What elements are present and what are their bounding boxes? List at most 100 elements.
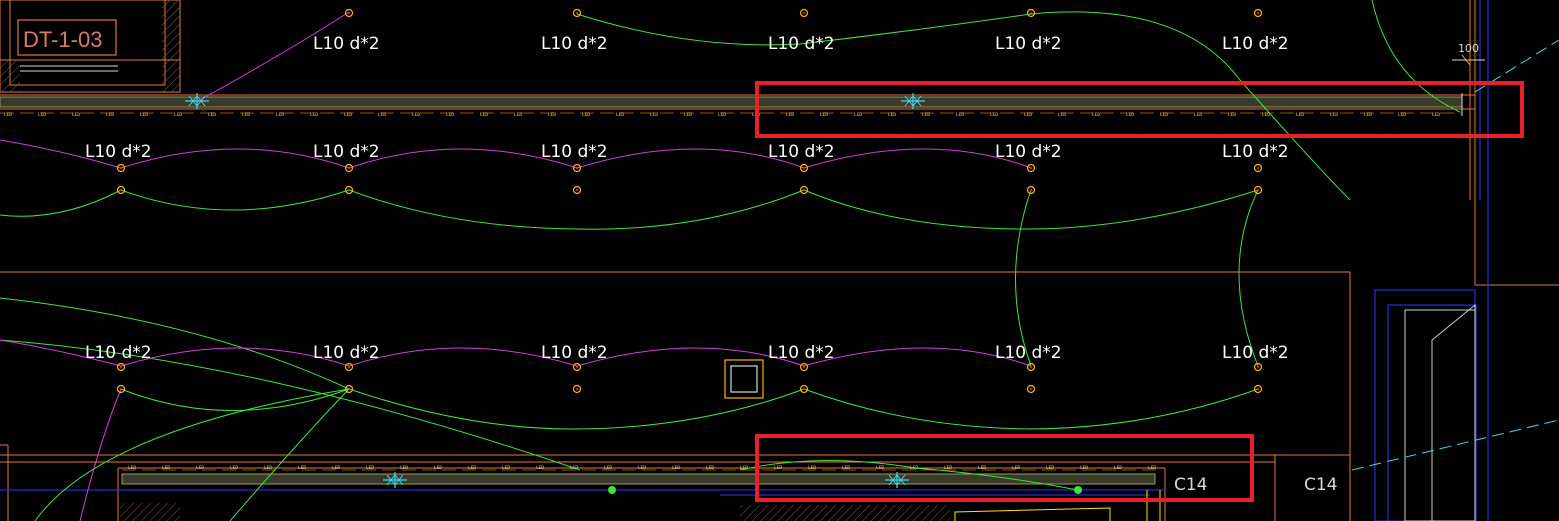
fixture-point[interactable] — [572, 384, 582, 394]
led-label: LED — [298, 465, 306, 471]
fixture-label: L10 d*2 — [541, 34, 608, 54]
led-label: LED — [1194, 112, 1202, 118]
circuit-green-wires — [0, 0, 1461, 521]
fixture-point[interactable] — [116, 185, 126, 195]
led-label: LED — [842, 465, 850, 471]
led-label: LED — [1024, 112, 1032, 118]
led-label: LED — [4, 112, 12, 118]
led-label: LED — [944, 465, 952, 471]
led-label: LED — [888, 112, 896, 118]
fixture-label: L10 d*2 — [313, 343, 380, 363]
fixture-point[interactable] — [799, 362, 809, 372]
led-label: LED — [72, 112, 80, 118]
led-label: LED — [446, 112, 454, 118]
column-box — [724, 359, 764, 399]
led-label: LED — [956, 112, 964, 118]
fixture-point[interactable] — [344, 185, 354, 195]
led-label: LED — [978, 465, 986, 471]
led-label: LED — [378, 112, 386, 118]
fixture-label: L10 d*2 — [85, 343, 152, 363]
fixture-point[interactable] — [572, 362, 582, 372]
led-label: LED — [1058, 112, 1066, 118]
led-label: LED — [718, 112, 726, 118]
led-label: LED — [786, 112, 794, 118]
fixture-label: L10 d*2 — [313, 34, 380, 54]
fixture-label: L10 d*2 — [768, 142, 835, 162]
led-label: LED — [820, 112, 828, 118]
fixture-point[interactable] — [799, 163, 809, 173]
led-label: LED — [242, 112, 250, 118]
led-label: LED — [990, 112, 998, 118]
led-label: LED — [208, 112, 216, 118]
fixture-point[interactable] — [1253, 163, 1263, 173]
led-strip-lower[interactable] — [121, 469, 1160, 485]
led-label: LED — [1092, 112, 1100, 118]
led-label: LED — [706, 465, 714, 471]
led-label: LED — [1330, 112, 1338, 118]
led-label: LED — [1296, 112, 1304, 118]
led-label: LED — [1364, 112, 1372, 118]
led-label: LED — [1012, 465, 1020, 471]
led-label: LED — [128, 465, 136, 471]
fixture-point[interactable] — [344, 362, 354, 372]
led-label: LED — [412, 112, 420, 118]
led-label: LED — [1046, 465, 1054, 471]
fixture-point[interactable] — [344, 163, 354, 173]
led-label: LED — [650, 112, 658, 118]
fixture-point[interactable] — [799, 384, 809, 394]
connection-dot — [1074, 486, 1082, 494]
led-label: LED — [332, 465, 340, 471]
cad-drawing-canvas[interactable]: DT-1-03 LED LED LED LED LED LED LED LED LED LED LE… — [0, 0, 1559, 521]
fixture-point[interactable] — [1253, 185, 1263, 195]
highlight-boxes — [755, 81, 1524, 502]
fixture-point[interactable] — [1253, 362, 1263, 372]
circuit-magenta-wires — [0, 11, 1032, 521]
fixture-label: L10 d*2 — [995, 142, 1062, 162]
fixture-layer: L10 d*2 L10 d*2 L10 d*2 L10 d*2 L10 d*2 L10 d… — [85, 8, 1289, 394]
fixture-point[interactable] — [116, 384, 126, 394]
led-label: LED — [264, 465, 272, 471]
fixture-point[interactable] — [1026, 185, 1036, 195]
fixture-point[interactable] — [1026, 163, 1036, 173]
fixture-point[interactable] — [572, 185, 582, 195]
fixture-label: L10 d*2 — [995, 343, 1062, 363]
led-label: LED — [1114, 465, 1122, 471]
fixture-point[interactable] — [1253, 384, 1263, 394]
fixture-label: L10 d*2 — [768, 34, 835, 54]
led-label: LED — [1398, 112, 1406, 118]
strip-tag-right: C14 — [1304, 475, 1338, 495]
wall-hatch — [0, 0, 950, 521]
led-label: LED — [1080, 465, 1088, 471]
fixture-point[interactable] — [1253, 8, 1263, 18]
fixture-point[interactable] — [116, 362, 126, 372]
led-label: LED — [1148, 465, 1156, 471]
led-label: LED — [276, 112, 284, 118]
fixture-point[interactable] — [572, 163, 582, 173]
fixture-label: L10 d*2 — [541, 142, 608, 162]
fixture-point[interactable] — [799, 185, 809, 195]
led-label: LED — [434, 465, 442, 471]
fixture-point[interactable] — [1026, 8, 1036, 18]
fixture-point[interactable] — [572, 8, 582, 18]
led-label: LED — [480, 112, 488, 118]
room-tag[interactable]: DT-1-03 — [17, 19, 118, 72]
led-label: LED — [196, 465, 204, 471]
led-label: LED — [672, 465, 680, 471]
led-label: LED — [1228, 112, 1236, 118]
led-label: LED — [808, 465, 816, 471]
led-label: LED — [38, 112, 46, 118]
fixture-label: L10 d*2 — [1222, 343, 1289, 363]
connection-dot — [608, 486, 616, 494]
led-label: LED — [400, 465, 408, 471]
led-label: LED — [162, 465, 170, 471]
led-label: LED — [774, 465, 782, 471]
fixture-point[interactable] — [1026, 384, 1036, 394]
led-strip-upper[interactable] — [0, 93, 1463, 116]
fixture-label: L10 d*2 — [313, 142, 380, 162]
fixture-point[interactable] — [799, 8, 809, 18]
structure-white — [1404, 303, 1476, 521]
led-label: LED — [106, 112, 114, 118]
dimension-text: 100 — [1458, 42, 1479, 55]
led-label: LED — [536, 465, 544, 471]
fixture-point[interactable] — [116, 163, 126, 173]
